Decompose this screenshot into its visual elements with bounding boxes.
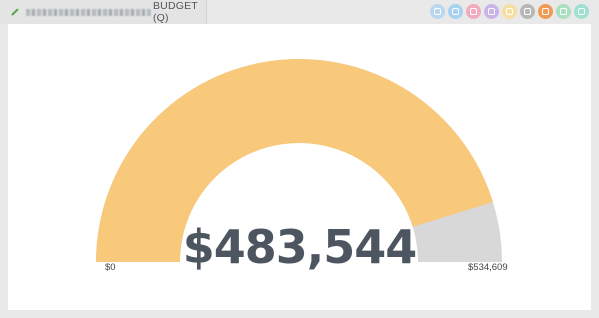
gauge-panel: $483,544 $0 $534,609 <box>8 24 591 310</box>
gauge-min-label: $0 <box>105 262 116 273</box>
chart-type-toolbar <box>430 4 589 19</box>
pencil-edit-icon[interactable] <box>10 6 20 18</box>
bar-chart-icon[interactable] <box>448 4 463 19</box>
line-chart-icon[interactable] <box>466 4 481 19</box>
widget-title: BUDGET (Q) <box>152 0 198 24</box>
redacted-title <box>26 8 151 16</box>
grid-view-icon[interactable] <box>520 4 535 19</box>
gauge-chart-icon[interactable] <box>538 4 553 19</box>
number-view-icon[interactable] <box>556 4 571 19</box>
table-view-icon[interactable] <box>430 4 445 19</box>
area-chart-icon[interactable] <box>484 4 499 19</box>
funnel-chart-icon[interactable] <box>574 4 589 19</box>
pie-chart-icon[interactable] <box>502 4 517 19</box>
gauge-max-label: $534,609 <box>468 262 508 273</box>
widget-tab[interactable]: BUDGET (Q) <box>0 0 207 24</box>
